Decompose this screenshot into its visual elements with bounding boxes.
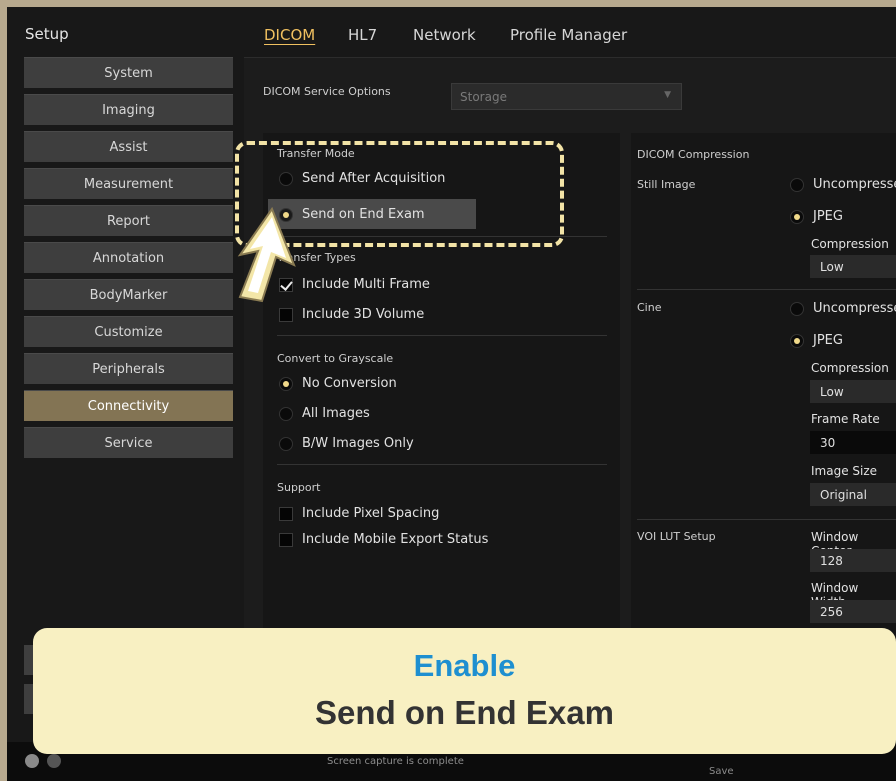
radio-still-jpeg[interactable]: JPEG [790, 209, 843, 224]
radio-bw-images-only[interactable]: B/W Images Only [279, 436, 414, 451]
frame-rate-label: Frame Rate [811, 412, 880, 426]
setup-window: Setup System Imaging Assist Measurement … [7, 7, 896, 781]
sidebar-item-peripherals[interactable]: Peripherals [24, 353, 233, 384]
checkbox-indicator [279, 532, 293, 547]
sidebar-item-system[interactable]: System [24, 57, 233, 88]
radio-label: JPEG [813, 333, 843, 348]
sidebar-item-bodymarker[interactable]: BodyMarker [24, 279, 233, 310]
pointer-arrow-icon [237, 207, 296, 303]
divider [277, 464, 607, 465]
divider [637, 289, 896, 290]
radio-all-images[interactable]: All Images [279, 406, 370, 421]
divider [277, 335, 607, 336]
radio-label: No Conversion [302, 376, 397, 391]
setup-title: Setup [25, 25, 69, 43]
tab-hl7[interactable]: HL7 [348, 26, 377, 44]
radio-cine-uncompressed[interactable]: Uncompressed [790, 301, 896, 316]
cine-compression-select[interactable]: Low [810, 380, 896, 403]
service-options-select[interactable]: Storage ▼ [451, 83, 682, 110]
save-button[interactable]: Save [709, 766, 734, 777]
cine-label: Cine [637, 301, 662, 314]
status-icon [47, 754, 61, 768]
radio-indicator [279, 436, 293, 451]
tab-profile-manager[interactable]: Profile Manager [510, 26, 627, 44]
window-center-field[interactable]: 128 [810, 549, 896, 572]
status-message: Screen capture is complete [327, 756, 464, 767]
image-size-label: Image Size [811, 464, 878, 478]
sidebar-item-connectivity[interactable]: Connectivity [24, 390, 233, 421]
checkbox-include-3d-volume[interactable]: Include 3D Volume [279, 307, 424, 322]
checkbox-include-mobile-export-status[interactable]: Include Mobile Export Status [279, 532, 488, 547]
still-compression-select[interactable]: Low [810, 255, 896, 278]
checkbox-indicator [279, 307, 293, 322]
image-size-select[interactable]: Original [810, 483, 896, 506]
radio-indicator [790, 209, 804, 224]
radio-indicator [279, 376, 293, 391]
voi-lut-label: VOI LUT Setup [637, 530, 716, 543]
checkbox-include-pixel-spacing[interactable]: Include Pixel Spacing [279, 506, 439, 521]
radio-label: B/W Images Only [302, 436, 414, 451]
radio-label: Uncompressed [813, 301, 896, 316]
checkbox-label: Include 3D Volume [302, 307, 425, 322]
banner-line-1: Enable [413, 648, 516, 683]
checkbox-label: Include Mobile Export Status [302, 532, 489, 547]
radio-indicator [279, 406, 293, 421]
service-options-value: Storage [460, 89, 507, 104]
radio-label: JPEG [813, 209, 843, 224]
frame-rate-field[interactable]: 30 [810, 431, 896, 454]
radio-no-conversion[interactable]: No Conversion [279, 376, 397, 391]
service-options-label: DICOM Service Options [263, 85, 391, 98]
radio-cine-jpeg[interactable]: JPEG [790, 333, 843, 348]
checkbox-indicator [279, 506, 293, 521]
radio-indicator [790, 333, 804, 348]
radio-label: Uncompressed [813, 177, 896, 192]
sidebar-item-customize[interactable]: Customize [24, 316, 233, 347]
sidebar-item-service[interactable]: Service [24, 427, 233, 458]
window-width-field[interactable]: 256 [810, 600, 896, 623]
sidebar-item-report[interactable]: Report [24, 205, 233, 236]
radio-indicator [790, 177, 804, 192]
top-tab-bar: DICOM HL7 Network Profile Manager [244, 7, 896, 58]
chevron-down-icon: ▼ [664, 90, 671, 100]
tab-network[interactable]: Network [413, 26, 476, 44]
radio-label: All Images [302, 406, 370, 421]
grayscale-title: Convert to Grayscale [277, 352, 394, 365]
instruction-banner: Enable Send on End Exam [33, 628, 896, 754]
user-icon [25, 754, 39, 768]
still-compression-label: Compression [811, 237, 889, 251]
checkbox-label: Include Multi Frame [302, 277, 430, 292]
still-image-label: Still Image [637, 178, 696, 191]
radio-indicator [790, 301, 804, 316]
sidebar-item-annotation[interactable]: Annotation [24, 242, 233, 273]
compression-title: DICOM Compression [637, 148, 750, 161]
radio-still-uncompressed[interactable]: Uncompressed [790, 177, 896, 192]
tab-dicom[interactable]: DICOM [264, 26, 315, 44]
divider [637, 519, 896, 520]
banner-line-2: Send on End Exam [315, 694, 614, 731]
sidebar-item-imaging[interactable]: Imaging [24, 94, 233, 125]
support-title: Support [277, 481, 321, 494]
sidebar-item-measurement[interactable]: Measurement [24, 168, 233, 199]
cine-compression-label: Compression [811, 361, 889, 375]
sidebar-item-assist[interactable]: Assist [24, 131, 233, 162]
checkbox-label: Include Pixel Spacing [302, 506, 440, 521]
